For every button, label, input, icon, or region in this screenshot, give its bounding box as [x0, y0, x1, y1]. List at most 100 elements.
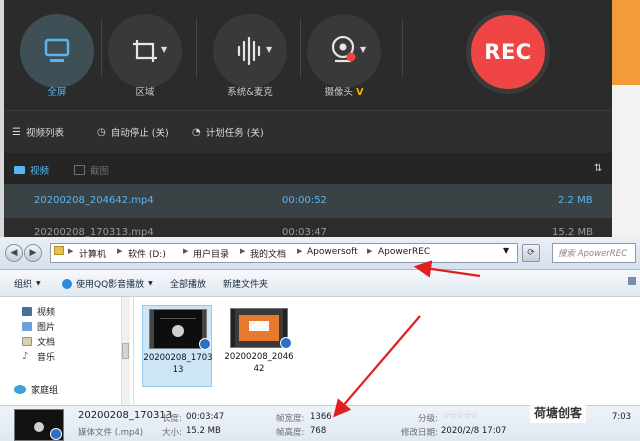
frame-width-value: 1366 [310, 412, 332, 422]
breadcrumb-item[interactable]: 我的文档 [250, 247, 286, 260]
play-with-button[interactable]: 使用QQ影音播放 ▼ [62, 277, 153, 290]
file-duration: 00:03:47 [282, 227, 327, 237]
length-value: 00:03:47 [186, 412, 225, 422]
scheduled-task-label: 计划任务 (关) [205, 128, 264, 139]
audio-source-button[interactable]: ▼ [213, 14, 287, 88]
breadcrumb-item[interactable]: ApowerREC [378, 247, 430, 257]
webcam-icon [331, 35, 356, 63]
apowerrec-window: 全屏 ▼ 区域 ▼ 系统&麦克 ▼ 摄像头 V REC ☰ 视频列表 ◷ 自动停… [0, 0, 612, 237]
breadcrumb-separator-icon: ▶ [367, 247, 373, 255]
watermark-text: 荷塘创客 [530, 402, 587, 423]
background-strip [0, 0, 4, 237]
crop-icon [133, 40, 157, 62]
video-library-icon [22, 307, 32, 316]
navigation-pane: 视频 图片 文档 ♪ 音乐 家庭组 [0, 297, 134, 405]
video-list-label: 视频列表 [25, 128, 64, 139]
file-name: 20200208_204642.mp4 [34, 195, 154, 206]
divider [300, 18, 301, 78]
table-row[interactable]: 20200208_170313.mp4 00:03:47 15.2 MB [0, 218, 612, 237]
frame-width-label: 帧宽度: [276, 414, 305, 424]
tab-video[interactable]: 视频 [14, 163, 49, 177]
address-field[interactable]: ▶ 计算机 ▶ 软件 (D:) ▶ 用户目录 ▶ 我的文档 ▶ Apowerso… [50, 243, 518, 263]
details-filename: 20200208_170313 [78, 410, 173, 421]
rating-stars-icon[interactable]: ☆☆☆☆☆ [442, 411, 478, 421]
auto-stop-button[interactable]: ◷ 自动停止 (关) [97, 125, 169, 140]
chevron-down-icon: ▼ [148, 280, 153, 287]
breadcrumb-separator-icon: ▶ [240, 247, 246, 255]
sidebar-item-pictures[interactable]: 图片 [22, 320, 55, 333]
file-item[interactable]: 20200208_170313 [142, 305, 213, 387]
auto-stop-label: 自动停止 (关) [110, 128, 169, 139]
forward-button[interactable]: ▶ [24, 244, 42, 262]
tab-screenshot[interactable]: 截图 [74, 163, 109, 177]
chevron-down-icon: ▼ [360, 45, 367, 54]
forward-arrow-icon: ▶ [29, 248, 37, 258]
rec-button[interactable]: REC [466, 10, 550, 94]
clock-icon: ◔ [192, 126, 201, 138]
sidebar-item-label: 音乐 [37, 353, 56, 363]
chevron-down-icon: ▼ [36, 280, 41, 287]
region-mode-button[interactable]: ▼ [108, 14, 182, 88]
sidebar-item-label: 文档 [37, 338, 56, 348]
organize-button[interactable]: 组织 ▼ [14, 277, 41, 290]
file-list-area: 20200208_170313 20200208_204642 [134, 297, 640, 405]
sort-button[interactable]: ⇅ [594, 163, 602, 174]
size-value: 15.2 MB [186, 426, 221, 436]
video-icon [14, 166, 25, 174]
audio-wave-icon [237, 36, 261, 66]
file-item[interactable]: 20200208_204642 [224, 305, 294, 387]
partial-value: 7:03 [612, 412, 632, 422]
background-strip [612, 85, 640, 237]
screenshot-icon [74, 165, 85, 175]
sidebar-item-documents[interactable]: 文档 [22, 335, 55, 348]
selected-file-thumbnail [14, 409, 64, 441]
new-folder-button[interactable]: 新建文件夹 [223, 277, 268, 290]
breadcrumb-item[interactable]: 计算机 [79, 247, 106, 260]
play-all-button[interactable]: 全部播放 [170, 277, 206, 290]
folder-icon [54, 246, 64, 258]
sidebar-item-homegroup[interactable]: 家庭组 [14, 383, 58, 396]
refresh-button[interactable]: ⟳ [522, 244, 540, 262]
scrollbar[interactable] [121, 297, 130, 405]
monitor-icon [44, 38, 70, 62]
vip-icon: V [356, 87, 364, 98]
video-list-button[interactable]: ☰ 视频列表 [12, 125, 64, 140]
file-size: 15.2 MB [552, 227, 593, 237]
webcam-label-text: 摄像头 [324, 87, 354, 98]
divider [196, 18, 197, 78]
divider [101, 18, 102, 78]
sidebar-item-label: 图片 [37, 323, 56, 333]
sidebar-item-videos[interactable]: 视频 [22, 305, 55, 318]
webcam-button[interactable]: ▼ [307, 14, 381, 88]
address-dropdown-icon[interactable]: ▼ [503, 246, 509, 255]
breadcrumb-separator-icon: ▶ [68, 247, 74, 255]
command-bar: 组织 ▼ 使用QQ影音播放 ▼ 全部播放 新建文件夹 [0, 270, 640, 297]
music-library-icon: ♪ [22, 351, 29, 362]
breadcrumb-item[interactable]: 软件 (D:) [128, 247, 166, 260]
search-input[interactable]: 搜索 ApowerREC [552, 243, 636, 263]
tab-screenshot-label: 截图 [90, 166, 110, 177]
breadcrumb-item[interactable]: Apowersoft [307, 247, 358, 257]
video-thumbnail-image [150, 310, 206, 348]
list-icon: ☰ [12, 126, 21, 138]
qq-player-badge-icon [280, 337, 292, 349]
qq-player-icon [62, 278, 72, 289]
scheduled-task-button[interactable]: ◔ 计划任务 (关) [192, 125, 264, 140]
scrollbar-thumb[interactable] [122, 343, 129, 359]
view-options-button[interactable] [628, 277, 636, 285]
chevron-down-icon: ▼ [266, 45, 273, 54]
background-strip [612, 0, 640, 85]
play-with-label: 使用QQ影音播放 [76, 280, 145, 290]
picture-library-icon [22, 322, 32, 331]
document-library-icon [22, 337, 32, 346]
qq-player-badge-icon [199, 338, 211, 350]
rating-label: 分级: [418, 414, 438, 424]
timer-icon: ◷ [97, 126, 106, 138]
organize-label: 组织 [14, 280, 33, 290]
back-button[interactable]: ◀ [5, 244, 23, 262]
sidebar-item-music[interactable]: ♪ 音乐 [22, 350, 55, 363]
breadcrumb-item[interactable]: 用户目录 [193, 247, 229, 260]
breadcrumb-separator-icon: ▶ [297, 247, 303, 255]
fullscreen-mode-button[interactable] [20, 14, 94, 88]
table-row[interactable]: 20200208_204642.mp4 00:00:52 2.2 MB [0, 184, 612, 218]
